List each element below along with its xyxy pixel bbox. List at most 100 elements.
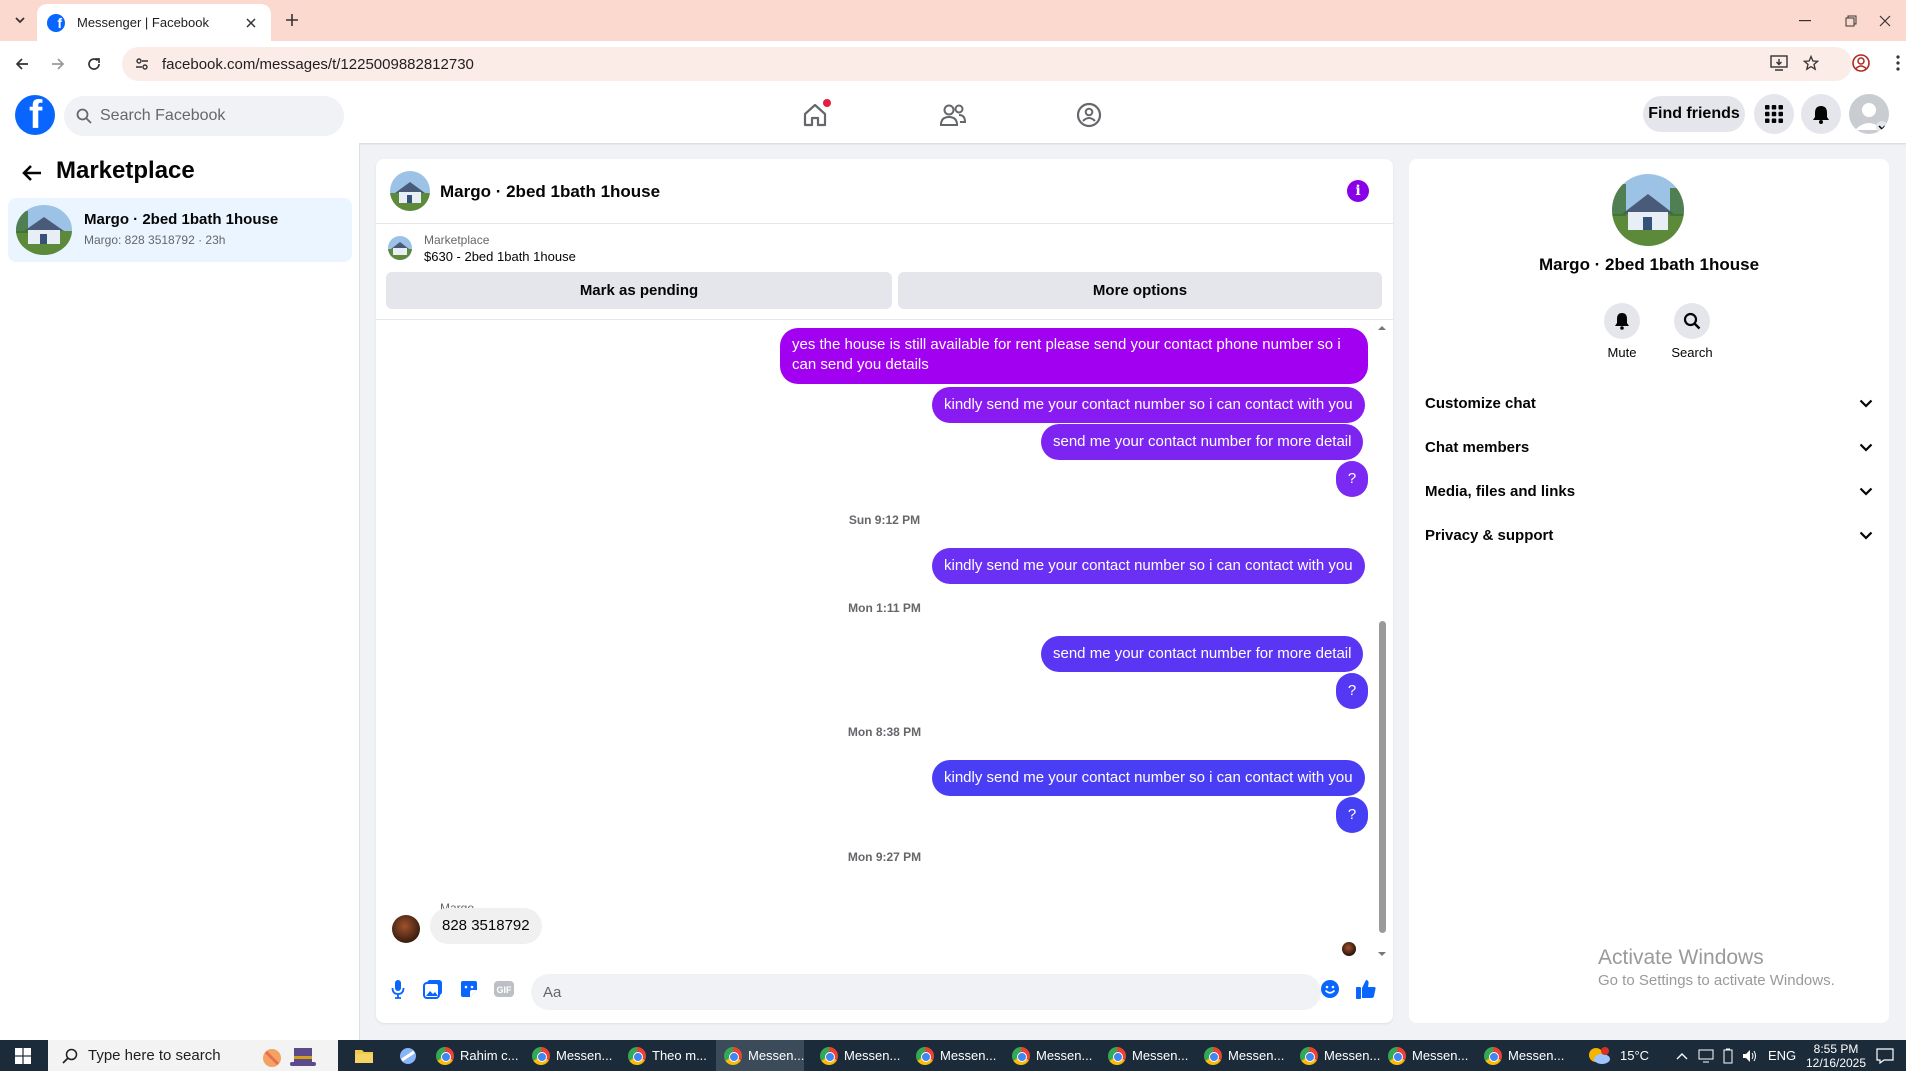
message-bubble[interactable]: kindly send me your contact number so i …: [932, 548, 1365, 584]
timestamp: Sun 9:12 PM: [848, 513, 921, 527]
message-bubble[interactable]: send me your contact number for more det…: [1041, 636, 1364, 672]
menu-grid-icon[interactable]: [1754, 94, 1794, 134]
emoji-icon[interactable]: [1318, 977, 1342, 1001]
search-in-conversation-button[interactable]: Search: [1662, 303, 1722, 360]
mute-button[interactable]: Mute: [1592, 303, 1652, 360]
battery-icon[interactable]: [1722, 1048, 1734, 1064]
message-input[interactable]: [543, 983, 1183, 1001]
account-avatar[interactable]: [1849, 94, 1889, 134]
chevron-down-icon: [1859, 399, 1873, 408]
message-bubble[interactable]: send me your contact number for more det…: [1041, 424, 1364, 460]
forward-icon[interactable]: [45, 51, 71, 77]
message-input-box[interactable]: [531, 974, 1321, 1010]
message-composer: GIF: [376, 961, 1393, 1023]
message-scrollbar[interactable]: [1377, 321, 1387, 961]
taskbar-app-label: Messen...: [1036, 1048, 1093, 1063]
more-options-button[interactable]: More options: [898, 272, 1382, 309]
taskbar-app-label: Messen...: [1132, 1048, 1189, 1063]
taskbar-app[interactable]: Messen...: [524, 1040, 618, 1071]
back-arrow-icon[interactable]: [18, 159, 46, 187]
browser-tab-messenger[interactable]: f Messenger | Facebook: [37, 4, 271, 41]
chat-listing-thumbnail[interactable]: [390, 171, 430, 211]
message-bubble[interactable]: ?: [1336, 673, 1368, 709]
tab-search-icon[interactable]: [8, 8, 32, 32]
taskbar-app[interactable]: Messen...: [1100, 1040, 1194, 1071]
incoming-message-bubble[interactable]: 828 3518792: [430, 908, 542, 944]
taskbar-app-label: Messen...: [1324, 1048, 1381, 1063]
bookmark-star-icon[interactable]: [1801, 53, 1821, 73]
friends-nav-icon[interactable]: [898, 95, 1008, 135]
browser-menu-icon[interactable]: [1888, 53, 1906, 73]
thumbs-up-icon[interactable]: [1354, 977, 1378, 1001]
taskbar-app[interactable]: Rahim c...: [428, 1040, 522, 1071]
microphone-icon[interactable]: [386, 977, 410, 1001]
site-info-icon[interactable]: [134, 56, 150, 72]
facebook-logo-icon[interactable]: f: [15, 95, 55, 135]
timestamp: Mon 1:11 PM: [848, 601, 921, 615]
mark-as-pending-button[interactable]: Mark as pending: [386, 272, 892, 309]
app-shortcut-icon[interactable]: [390, 1040, 420, 1071]
taskbar-app[interactable]: Messen...: [1380, 1040, 1474, 1071]
message-bubble[interactable]: yes the house is still available for ren…: [780, 328, 1368, 384]
taskbar-app[interactable]: Messen...: [1292, 1040, 1386, 1071]
facebook-search-input[interactable]: [100, 107, 320, 125]
chat-members-row[interactable]: Chat members: [1417, 425, 1881, 469]
conversation-name: Margo · 2bed 1bath 1house: [84, 211, 279, 228]
taskbar-app-active[interactable]: Messen...: [716, 1040, 804, 1071]
clock-time: 8:55 PM: [1813, 1041, 1859, 1056]
customize-chat-row[interactable]: Customize chat: [1417, 381, 1881, 425]
taskbar-app[interactable]: Messen...: [1004, 1040, 1098, 1071]
sticker-icon[interactable]: [457, 977, 481, 1001]
taskbar-app[interactable]: Messen...: [1476, 1040, 1570, 1071]
message-bubble[interactable]: ?: [1336, 797, 1368, 833]
message-bubble[interactable]: ?: [1336, 461, 1368, 497]
conversation-item[interactable]: Margo · 2bed 1bath 1house Margo: 828 351…: [8, 198, 352, 262]
message-list[interactable]: yes the house is still available for ren…: [376, 321, 1393, 961]
photo-icon[interactable]: [421, 977, 445, 1001]
minimize-window-icon[interactable]: [1780, 0, 1830, 41]
home-nav-icon[interactable]: [760, 95, 870, 135]
message-bubble[interactable]: kindly send me your contact number so i …: [932, 760, 1365, 796]
find-friends-button[interactable]: Find friends: [1643, 96, 1745, 132]
chrome-icon: [1012, 1046, 1030, 1065]
back-icon[interactable]: [9, 51, 35, 77]
sender-avatar[interactable]: [392, 915, 420, 943]
message-bubble[interactable]: kindly send me your contact number so i …: [932, 387, 1365, 423]
language-indicator[interactable]: ENG: [1768, 1048, 1796, 1063]
network-icon[interactable]: [1698, 1049, 1714, 1063]
listing-title[interactable]: $630 - 2bed 1bath 1house: [424, 249, 576, 264]
taskbar-app[interactable]: Theo m...: [620, 1040, 714, 1071]
privacy-support-row[interactable]: Privacy & support: [1417, 513, 1881, 557]
taskbar-app[interactable]: Messen...: [812, 1040, 906, 1071]
scrollbar-thumb[interactable]: [1379, 621, 1386, 933]
reload-icon[interactable]: [81, 51, 107, 77]
news-widget-icon[interactable]: [258, 1040, 324, 1071]
address-bar[interactable]: facebook.com/messages/t/1225009882812730: [122, 47, 1852, 81]
facebook-search-box[interactable]: [64, 96, 344, 136]
windows-start-icon[interactable]: [0, 1040, 46, 1071]
new-tab-icon[interactable]: [280, 8, 304, 32]
chevron-down-icon: [1859, 487, 1873, 496]
notification-center-icon[interactable]: [1876, 1040, 1894, 1071]
groups-nav-icon[interactable]: [1034, 95, 1144, 135]
profile-icon[interactable]: [1851, 53, 1871, 73]
section-label: Media, files and links: [1425, 482, 1576, 500]
chat-title[interactable]: Margo · 2bed 1bath 1house: [440, 182, 660, 202]
weather-widget[interactable]: 15°C: [1586, 1040, 1649, 1071]
conversation-info-icon[interactable]: i: [1347, 180, 1369, 202]
file-explorer-icon[interactable]: [346, 1040, 376, 1071]
media-files-links-row[interactable]: Media, files and links: [1417, 469, 1881, 513]
notification-dot: [823, 99, 831, 107]
taskbar-app[interactable]: Messen...: [1196, 1040, 1290, 1071]
clock[interactable]: 8:55 PM 12/16/2025: [1806, 1040, 1866, 1071]
install-app-icon[interactable]: [1769, 53, 1789, 73]
close-window-icon[interactable]: [1860, 0, 1906, 41]
volume-icon[interactable]: [1742, 1049, 1758, 1063]
details-listing-photo[interactable]: [1612, 174, 1684, 246]
gif-icon[interactable]: GIF: [492, 977, 516, 1001]
chevron-up-icon[interactable]: [1676, 1052, 1688, 1060]
notifications-bell-icon[interactable]: [1801, 94, 1841, 134]
search-icon: [76, 108, 92, 124]
close-tab-icon[interactable]: [241, 13, 261, 33]
taskbar-app[interactable]: Messen...: [908, 1040, 1002, 1071]
